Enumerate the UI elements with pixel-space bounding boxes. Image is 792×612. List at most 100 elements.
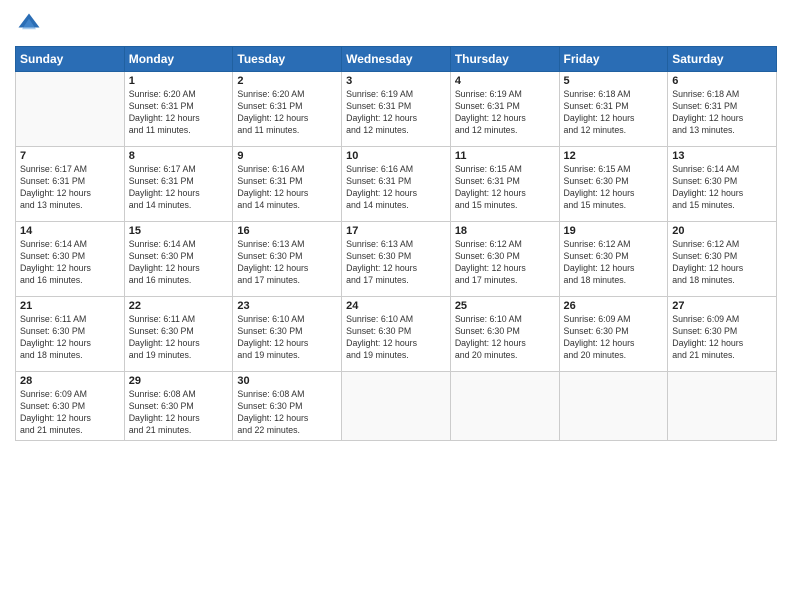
day-of-week-header: Saturday bbox=[668, 47, 777, 72]
day-info: Sunrise: 6:17 AMSunset: 6:31 PMDaylight:… bbox=[129, 164, 229, 212]
day-number: 8 bbox=[129, 150, 229, 162]
day-number: 19 bbox=[564, 225, 664, 237]
day-number: 21 bbox=[20, 300, 120, 312]
calendar-day-cell: 24Sunrise: 6:10 AMSunset: 6:30 PMDayligh… bbox=[342, 297, 451, 372]
calendar-day-cell: 16 Sunrise: 6:13 AMSunset: 6:30 PMDayligh… bbox=[233, 222, 342, 297]
calendar-day-cell: 23 Sunrise: 6:10 AMSunset: 6:30 PMDayligh… bbox=[233, 297, 342, 372]
day-info: Sunrise: 6:16 AMSunset: 6:31 PMDaylight:… bbox=[237, 164, 337, 212]
day-number: 11 bbox=[455, 150, 555, 162]
calendar-day-cell: 22 Sunrise: 6:11 AMSunset: 6:30 PMDayligh… bbox=[124, 297, 233, 372]
calendar-day-cell: 1 Sunrise: 6:20 AMSunset: 6:31 PMDaylight… bbox=[124, 72, 233, 147]
calendar-day-cell: 27 Sunrise: 6:09 AMSunset: 6:30 PMDayligh… bbox=[668, 297, 777, 372]
day-of-week-header: Tuesday bbox=[233, 47, 342, 72]
day-info: Sunrise: 6:10 AMSunset: 6:30 PMDaylight:… bbox=[237, 314, 337, 362]
day-number: 27 bbox=[672, 300, 772, 312]
day-number: 2 bbox=[237, 75, 337, 87]
calendar-day-cell: 30 Sunrise: 6:08 AMSunset: 6:30 PMDayligh… bbox=[233, 372, 342, 441]
day-number: 14 bbox=[20, 225, 120, 237]
calendar-day-cell: 26Sunrise: 6:09 AMSunset: 6:30 PMDayligh… bbox=[559, 297, 668, 372]
day-number: 23 bbox=[237, 300, 337, 312]
day-of-week-header: Wednesday bbox=[342, 47, 451, 72]
day-info: Sunrise: 6:08 AMSunset: 6:30 PMDaylight:… bbox=[129, 389, 229, 437]
calendar-body: 1 Sunrise: 6:20 AMSunset: 6:31 PMDaylight… bbox=[16, 72, 777, 441]
day-number: 20 bbox=[672, 225, 772, 237]
day-info: Sunrise: 6:14 AMSunset: 6:30 PMDaylight:… bbox=[20, 239, 120, 287]
day-info: Sunrise: 6:13 AMSunset: 6:30 PMDaylight:… bbox=[237, 239, 337, 287]
day-number: 22 bbox=[129, 300, 229, 312]
day-number: 16 bbox=[237, 225, 337, 237]
day-number: 6 bbox=[672, 75, 772, 87]
day-info: Sunrise: 6:14 AMSunset: 6:30 PMDaylight:… bbox=[672, 164, 772, 212]
calendar-day-cell: 20 Sunrise: 6:12 AMSunset: 6:30 PMDayligh… bbox=[668, 222, 777, 297]
logo bbox=[15, 10, 47, 38]
calendar-day-cell: 25 Sunrise: 6:10 AMSunset: 6:30 PMDayligh… bbox=[450, 297, 559, 372]
day-number: 13 bbox=[672, 150, 772, 162]
calendar-week-row: 21 Sunrise: 6:11 AMSunset: 6:30 PMDayligh… bbox=[16, 297, 777, 372]
day-number: 3 bbox=[346, 75, 446, 87]
day-info: Sunrise: 6:18 AMSunset: 6:31 PMDaylight:… bbox=[672, 89, 772, 137]
day-info: Sunrise: 6:13 AMSunset: 6:30 PMDaylight:… bbox=[346, 239, 446, 287]
calendar-day-cell: 19 Sunrise: 6:12 AMSunset: 6:30 PMDayligh… bbox=[559, 222, 668, 297]
day-number: 7 bbox=[20, 150, 120, 162]
calendar-day-cell: 10Sunrise: 6:16 AMSunset: 6:31 PMDayligh… bbox=[342, 147, 451, 222]
day-info: Sunrise: 6:15 AMSunset: 6:31 PMDaylight:… bbox=[455, 164, 555, 212]
day-number: 26 bbox=[564, 300, 664, 312]
calendar-day-cell: 17 Sunrise: 6:13 AMSunset: 6:30 PMDayligh… bbox=[342, 222, 451, 297]
calendar-day-cell: 12 Sunrise: 6:15 AMSunset: 6:30 PMDayligh… bbox=[559, 147, 668, 222]
day-info: Sunrise: 6:08 AMSunset: 6:30 PMDaylight:… bbox=[237, 389, 337, 437]
day-info: Sunrise: 6:19 AMSunset: 6:31 PMDaylight:… bbox=[346, 89, 446, 137]
day-number: 18 bbox=[455, 225, 555, 237]
day-number: 12 bbox=[564, 150, 664, 162]
calendar-day-cell: 9Sunrise: 6:16 AMSunset: 6:31 PMDaylight… bbox=[233, 147, 342, 222]
day-info: Sunrise: 6:18 AMSunset: 6:31 PMDaylight:… bbox=[564, 89, 664, 137]
day-info: Sunrise: 6:10 AMSunset: 6:30 PMDaylight:… bbox=[346, 314, 446, 362]
day-info: Sunrise: 6:15 AMSunset: 6:30 PMDaylight:… bbox=[564, 164, 664, 212]
day-number: 29 bbox=[129, 375, 229, 387]
calendar-week-row: 7 Sunrise: 6:17 AMSunset: 6:31 PMDaylight… bbox=[16, 147, 777, 222]
day-of-week-header: Monday bbox=[124, 47, 233, 72]
page: SundayMondayTuesdayWednesdayThursdayFrid… bbox=[0, 0, 792, 612]
calendar-day-cell bbox=[342, 372, 451, 441]
day-info: Sunrise: 6:20 AMSunset: 6:31 PMDaylight:… bbox=[237, 89, 337, 137]
day-of-week-header: Sunday bbox=[16, 47, 125, 72]
calendar-day-cell bbox=[668, 372, 777, 441]
day-info: Sunrise: 6:17 AMSunset: 6:31 PMDaylight:… bbox=[20, 164, 120, 212]
calendar-day-cell bbox=[16, 72, 125, 147]
calendar-day-cell: 8 Sunrise: 6:17 AMSunset: 6:31 PMDaylight… bbox=[124, 147, 233, 222]
day-info: Sunrise: 6:20 AMSunset: 6:31 PMDaylight:… bbox=[129, 89, 229, 137]
day-info: Sunrise: 6:12 AMSunset: 6:30 PMDaylight:… bbox=[672, 239, 772, 287]
day-number: 25 bbox=[455, 300, 555, 312]
calendar-day-cell: 6 Sunrise: 6:18 AMSunset: 6:31 PMDaylight… bbox=[668, 72, 777, 147]
calendar-day-cell: 5Sunrise: 6:18 AMSunset: 6:31 PMDaylight… bbox=[559, 72, 668, 147]
calendar-day-cell: 15Sunrise: 6:14 AMSunset: 6:30 PMDayligh… bbox=[124, 222, 233, 297]
calendar-week-row: 1 Sunrise: 6:20 AMSunset: 6:31 PMDaylight… bbox=[16, 72, 777, 147]
calendar-day-cell: 13 Sunrise: 6:14 AMSunset: 6:30 PMDayligh… bbox=[668, 147, 777, 222]
calendar-day-cell: 29 Sunrise: 6:08 AMSunset: 6:30 PMDayligh… bbox=[124, 372, 233, 441]
day-number: 1 bbox=[129, 75, 229, 87]
day-of-week-header: Friday bbox=[559, 47, 668, 72]
day-number: 30 bbox=[237, 375, 337, 387]
day-number: 4 bbox=[455, 75, 555, 87]
day-info: Sunrise: 6:16 AMSunset: 6:31 PMDaylight:… bbox=[346, 164, 446, 212]
day-info: Sunrise: 6:11 AMSunset: 6:30 PMDaylight:… bbox=[129, 314, 229, 362]
calendar-day-cell: 4 Sunrise: 6:19 AMSunset: 6:31 PMDaylight… bbox=[450, 72, 559, 147]
day-number: 28 bbox=[20, 375, 120, 387]
calendar-day-cell: 14 Sunrise: 6:14 AMSunset: 6:30 PMDayligh… bbox=[16, 222, 125, 297]
day-info: Sunrise: 6:12 AMSunset: 6:30 PMDaylight:… bbox=[564, 239, 664, 287]
calendar-day-cell: 3 Sunrise: 6:19 AMSunset: 6:31 PMDaylight… bbox=[342, 72, 451, 147]
calendar-table: SundayMondayTuesdayWednesdayThursdayFrid… bbox=[15, 46, 777, 441]
calendar-day-cell bbox=[559, 372, 668, 441]
calendar-day-cell: 28 Sunrise: 6:09 AMSunset: 6:30 PMDayligh… bbox=[16, 372, 125, 441]
day-info: Sunrise: 6:11 AMSunset: 6:30 PMDaylight:… bbox=[20, 314, 120, 362]
calendar-header-row: SundayMondayTuesdayWednesdayThursdayFrid… bbox=[16, 47, 777, 72]
calendar-day-cell: 21 Sunrise: 6:11 AMSunset: 6:30 PMDayligh… bbox=[16, 297, 125, 372]
day-of-week-header: Thursday bbox=[450, 47, 559, 72]
calendar-week-row: 28 Sunrise: 6:09 AMSunset: 6:30 PMDayligh… bbox=[16, 372, 777, 441]
day-info: Sunrise: 6:19 AMSunset: 6:31 PMDaylight:… bbox=[455, 89, 555, 137]
day-info: Sunrise: 6:09 AMSunset: 6:30 PMDaylight:… bbox=[20, 389, 120, 437]
day-info: Sunrise: 6:09 AMSunset: 6:30 PMDaylight:… bbox=[672, 314, 772, 362]
header bbox=[15, 10, 777, 38]
day-info: Sunrise: 6:10 AMSunset: 6:30 PMDaylight:… bbox=[455, 314, 555, 362]
day-number: 17 bbox=[346, 225, 446, 237]
calendar-day-cell: 11 Sunrise: 6:15 AMSunset: 6:31 PMDayligh… bbox=[450, 147, 559, 222]
